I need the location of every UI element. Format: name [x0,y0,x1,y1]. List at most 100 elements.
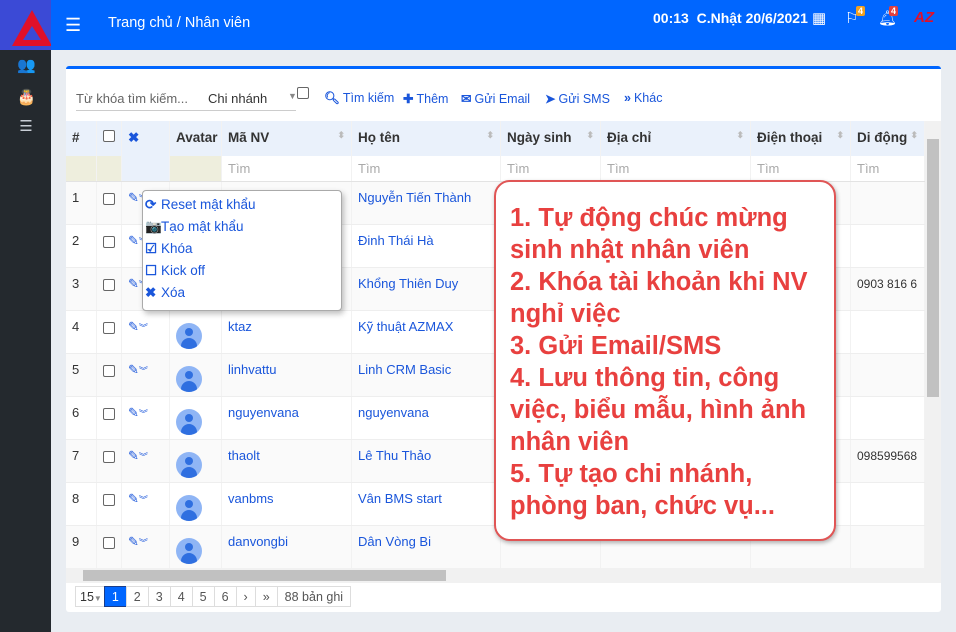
sort-icon[interactable]: ⬍ [736,130,744,141]
employee-name-link[interactable]: Nguyễn Tiến Thành [358,190,471,205]
employee-name-link[interactable]: Lê Thu Thảo [358,448,431,463]
row-checkbox[interactable] [103,537,115,549]
horizontal-scroll-thumb[interactable] [83,570,446,581]
list-icon[interactable]: ☰ [17,117,35,135]
row-checkbox[interactable] [103,193,115,205]
chevron-down-icon[interactable]: ▼ [288,91,297,101]
cell: ktaz [222,311,352,353]
employee-code-link[interactable]: danvongbi [228,534,288,549]
dropdown-chevron-icon[interactable]: ︾ [139,452,148,462]
header-code[interactable]: Mã NV ⬍ [222,121,352,156]
cell: ✎︾ [122,526,170,568]
row-index: 8 [72,491,80,506]
user-avatar-logo[interactable]: AZ [914,9,934,26]
filter-input[interactable]: Tìm [601,156,751,181]
menu-item[interactable]: ✖ Xóa [145,285,341,307]
header-address[interactable]: Địa chỉ ⬍ [601,121,751,156]
select-all-checkbox[interactable] [103,130,115,142]
menu-item[interactable]: ☐ Kick off [145,263,341,285]
row-checkbox[interactable] [103,451,115,463]
page-4-button[interactable]: 4 [169,586,193,607]
cell [170,354,222,396]
dropdown-chevron-icon[interactable]: ︾ [139,409,148,419]
row-checkbox[interactable] [103,322,115,334]
menu-item[interactable]: ⟳ Reset mật khẩu [145,197,341,219]
sort-icon[interactable]: ⬍ [486,130,494,141]
edit-icon[interactable]: ✎︾ [128,448,148,463]
employee-code-link[interactable]: thaolt [228,448,260,463]
more-button[interactable]: » Khác [624,91,662,105]
edit-icon[interactable]: ✎︾ [128,491,148,506]
logo[interactable] [0,0,51,50]
employee-code-link[interactable]: vanbms [228,491,274,506]
add-button[interactable]: ✚ Thêm [403,91,448,106]
employee-code-link[interactable]: nguyenvana [228,405,299,420]
employee-name-link[interactable]: Linh CRM Basic [358,362,451,377]
header-mobile[interactable]: Di động ⬍ [851,121,925,156]
filter-checkbox[interactable] [297,87,309,99]
employee-name-link[interactable]: nguyenvana [358,405,429,420]
send-email-button[interactable]: ✉ Gửi Email [461,91,530,106]
page-6-button[interactable]: 6 [213,586,237,607]
row-checkbox[interactable] [103,408,115,420]
header-name[interactable]: Họ tên ⬍ [352,121,501,156]
employee-name-link[interactable]: Dân Vòng Bi [358,534,431,549]
dropdown-chevron-icon[interactable]: ︾ [139,538,148,548]
dropdown-chevron-icon[interactable]: ︾ [139,323,148,333]
cell: 2 [66,225,97,267]
employee-name-link[interactable]: Đinh Thái Hà [358,233,434,248]
employee-name-link[interactable]: Kỹ thuật AZMAX [358,319,453,334]
filter-input[interactable]: Tìm [352,156,501,181]
page-1-button[interactable]: 1 [103,586,127,607]
page-3-button[interactable]: 3 [147,586,171,607]
row-checkbox[interactable] [103,365,115,377]
birthday-cake-icon[interactable]: 🎂 [17,88,36,106]
cell: Lê Thu Thảo [352,440,501,482]
send-sms-button[interactable]: ➤ Gửi SMS [545,91,610,106]
bell-icon[interactable]: 🔔︎ 4 [878,6,899,27]
sort-icon[interactable]: ⬍ [836,130,844,141]
vertical-scroll-thumb[interactable] [927,139,939,397]
apps-grid-icon[interactable]: ▦ [812,9,826,27]
last-page-button[interactable]: » [254,586,278,607]
employee-code-link[interactable]: ktaz [228,319,252,334]
row-checkbox[interactable] [103,236,115,248]
edit-icon[interactable]: ✎︾ [128,362,148,377]
edit-icon[interactable]: ✎︾ [128,405,148,420]
menu-item[interactable]: ☑ Khóa [145,241,341,263]
dropdown-chevron-icon[interactable]: ︾ [139,495,148,505]
row-checkbox[interactable] [103,494,115,506]
horizontal-scrollbar[interactable] [66,568,941,583]
page-2-button[interactable]: 2 [125,586,149,607]
page-size-select[interactable]: 15▼ [75,586,105,607]
sort-icon[interactable]: ⬍ [586,130,594,141]
header-phone[interactable]: Điện thoại ⬍ [751,121,851,156]
menu-toggle-icon[interactable]: ☰ [65,15,81,36]
delete-selected-icon[interactable]: ✖ [128,130,139,145]
edit-icon[interactable]: ✎︾ [128,534,148,549]
filter-input[interactable]: Tìm [501,156,601,181]
sort-icon[interactable]: ⬍ [910,130,918,141]
filter-input[interactable]: Tìm [851,156,925,181]
employee-code-link[interactable]: linhvattu [228,362,276,377]
search-button[interactable]: 🔍︎ Tìm kiếm [324,91,394,106]
filter-input[interactable]: Tìm [222,156,352,181]
sort-icon[interactable]: ⬍ [337,130,345,141]
employee-name-link[interactable]: Vân BMS start [358,491,442,506]
row-checkbox[interactable] [103,279,115,291]
header-birthday[interactable]: Ngày sinh ⬍ [501,121,601,156]
branch-select[interactable]: Chi nhánh [208,91,267,106]
breadcrumb-home[interactable]: Trang chủ [108,15,173,31]
page-5-button[interactable]: 5 [191,586,215,607]
dropdown-chevron-icon[interactable]: ︾ [139,366,148,376]
flag-icon[interactable]: ⚐ 4 [845,6,866,27]
menu-item-label: Tạo mật khẩu [161,219,244,234]
vertical-scrollbar[interactable] [925,121,941,568]
users-icon[interactable]: 👥 [17,56,36,74]
next-page-button[interactable]: › [235,586,256,607]
menu-item[interactable]: 📷Tạo mật khẩu [145,219,341,241]
edit-icon[interactable]: ✎︾ [128,319,148,334]
filter-input[interactable]: Tìm [751,156,851,181]
employee-name-link[interactable]: Khổng Thiên Duy [358,276,458,291]
row-index: 4 [72,319,80,334]
